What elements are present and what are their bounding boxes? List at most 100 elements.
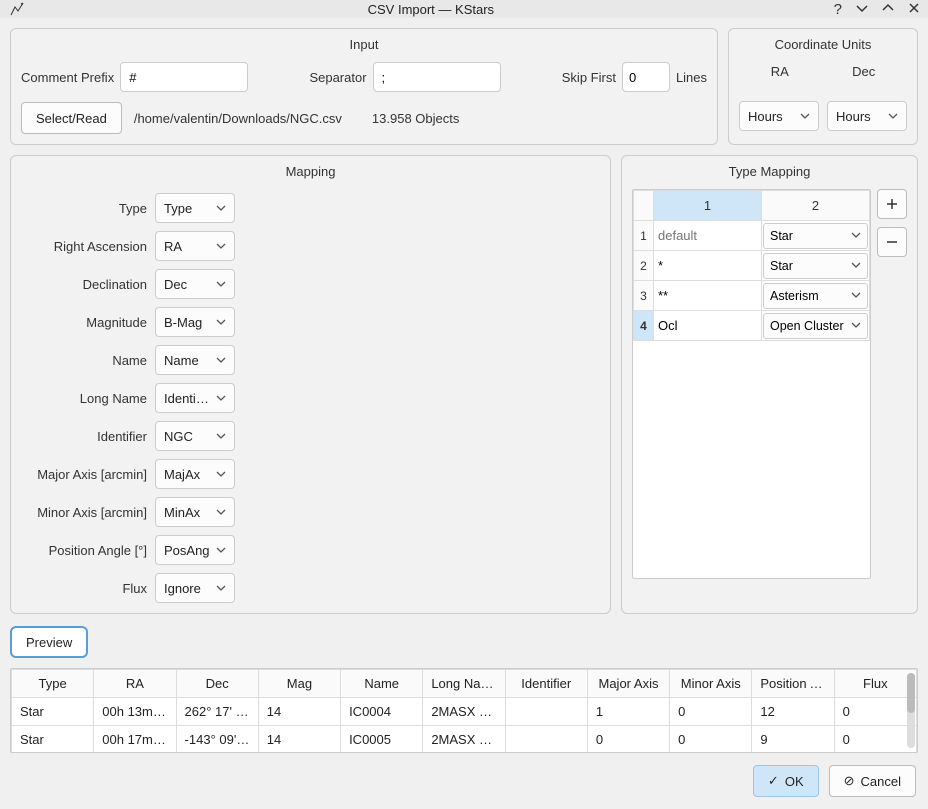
mapping-select[interactable]: MinAx xyxy=(155,497,235,527)
separator-label: Separator xyxy=(309,70,366,85)
chevron-down-icon xyxy=(216,507,226,518)
mapping-label: Flux xyxy=(21,581,147,596)
chevron-down-icon xyxy=(216,545,226,556)
typemap-type-select[interactable]: Asterism xyxy=(763,283,868,309)
preview-column-header[interactable]: Long Name xyxy=(423,670,505,698)
mapping-select[interactable]: Ignore xyxy=(155,573,235,603)
typemap-row-number[interactable]: 2 xyxy=(634,251,654,281)
mapping-label: Right Ascension xyxy=(21,239,147,254)
mapping-select[interactable]: Name xyxy=(155,345,235,375)
chevron-down-icon xyxy=(216,583,226,594)
table-row[interactable]: Star00h 13m …262° 17' …14IC00042MASX …10… xyxy=(12,698,917,726)
typemap-row-number[interactable]: 3 xyxy=(634,281,654,311)
mapping-select[interactable]: NGC xyxy=(155,421,235,451)
skip-first-label: Skip First xyxy=(562,70,616,85)
chevron-down-icon xyxy=(216,279,226,290)
check-icon xyxy=(768,773,779,789)
cancel-icon xyxy=(844,773,855,789)
preview-column-header[interactable]: Dec xyxy=(176,670,258,698)
minus-icon xyxy=(886,236,898,248)
mapping-label: Position Angle [°] xyxy=(21,543,147,558)
minimize-icon[interactable] xyxy=(856,1,868,18)
comment-prefix-input[interactable] xyxy=(120,62,248,92)
chevron-down-icon xyxy=(851,290,861,301)
cancel-button[interactable]: Cancel xyxy=(829,765,916,797)
chevron-down-icon xyxy=(216,203,226,214)
typemap-key-input[interactable] xyxy=(654,251,761,280)
type-mapping-group: Type Mapping 1 2 1Star2Star3Asterism4Ope… xyxy=(621,155,918,614)
typemap-key-input[interactable] xyxy=(654,281,761,310)
window-title: CSV Import — KStars xyxy=(28,2,834,17)
coordinate-units-group: Coordinate Units RA Dec Hours Hours xyxy=(728,28,918,145)
mapping-select[interactable]: Type xyxy=(155,193,235,223)
objects-count-text: 13.958 Objects xyxy=(372,111,459,126)
maximize-icon[interactable] xyxy=(882,1,894,18)
add-row-button[interactable] xyxy=(877,189,907,219)
typemap-type-select[interactable]: Open Cluster xyxy=(763,313,868,339)
titlebar: CSV Import — KStars ? xyxy=(0,0,928,18)
preview-table[interactable]: TypeRADecMagNameLong NameIdentifierMajor… xyxy=(10,668,918,753)
dec-label: Dec xyxy=(852,64,875,79)
chevron-down-icon xyxy=(216,355,226,366)
preview-column-header[interactable]: Position Ang xyxy=(752,670,834,698)
preview-column-header[interactable]: Minor Axis xyxy=(670,670,752,698)
table-row[interactable]: Star00h 17m …-143° 09' …14IC00052MASX …0… xyxy=(12,726,917,754)
mapping-select[interactable]: Dec xyxy=(155,269,235,299)
mapping-select[interactable]: RA xyxy=(155,231,235,261)
preview-column-header[interactable]: Major Axis xyxy=(587,670,669,698)
preview-column-header[interactable]: Identifier xyxy=(505,670,587,698)
preview-column-header[interactable]: Type xyxy=(12,670,94,698)
preview-button[interactable]: Preview xyxy=(10,626,88,658)
typemap-row-number[interactable]: 1 xyxy=(634,221,654,251)
typemap-type-select[interactable]: Star xyxy=(763,253,868,279)
ok-button[interactable]: OK xyxy=(753,765,819,797)
mapping-label: Magnitude xyxy=(21,315,147,330)
type-mapping-table[interactable]: 1 2 1Star2Star3Asterism4Open Cluster xyxy=(632,189,871,579)
remove-row-button[interactable] xyxy=(877,227,907,257)
app-icon xyxy=(8,0,28,18)
comment-prefix-label: Comment Prefix xyxy=(21,70,114,85)
mapping-label: Type xyxy=(21,201,147,216)
preview-column-header[interactable]: Flux xyxy=(834,670,916,698)
mapping-label: Declination xyxy=(21,277,147,292)
mapping-label: Identifier xyxy=(21,429,147,444)
typemap-type-select[interactable]: Star xyxy=(763,223,868,249)
preview-column-header[interactable]: Mag xyxy=(258,670,340,698)
skip-first-spinbox[interactable]: ▲ ▼ xyxy=(622,62,670,92)
window-controls: ? xyxy=(834,1,920,18)
coord-title: Coordinate Units xyxy=(739,37,907,58)
chevron-down-icon xyxy=(216,241,226,252)
typemap-row-number[interactable]: 4 xyxy=(634,311,654,341)
typemap-key-input[interactable] xyxy=(654,221,761,250)
scrollbar[interactable] xyxy=(907,673,915,748)
dec-unit-select[interactable]: Hours xyxy=(827,101,907,131)
typemap-key-input[interactable] xyxy=(654,311,761,340)
preview-column-header[interactable]: RA xyxy=(94,670,176,698)
preview-column-header[interactable]: Name xyxy=(341,670,423,698)
mapping-select[interactable]: Identifiers xyxy=(155,383,235,413)
chevron-down-icon xyxy=(216,317,226,328)
separator-input[interactable] xyxy=(373,62,501,92)
chevron-down-icon xyxy=(216,469,226,480)
typemap-col-2[interactable]: 2 xyxy=(762,191,870,221)
typemap-col-1[interactable]: 1 xyxy=(654,191,762,221)
close-icon[interactable] xyxy=(908,1,920,18)
mapping-title: Mapping xyxy=(21,164,600,185)
mapping-label: Major Axis [arcmin] xyxy=(21,467,147,482)
mapping-select[interactable]: B-Mag xyxy=(155,307,235,337)
lines-label: Lines xyxy=(676,70,707,85)
chevron-down-icon xyxy=(851,230,861,241)
chevron-down-icon xyxy=(851,260,861,271)
chevron-down-icon xyxy=(851,320,861,331)
chevron-down-icon xyxy=(216,431,226,442)
ra-unit-select[interactable]: Hours xyxy=(739,101,819,131)
mapping-select[interactable]: MajAx xyxy=(155,459,235,489)
file-path-text: /home/valentin/Downloads/NGC.csv xyxy=(134,111,342,126)
chevron-down-icon xyxy=(888,111,898,122)
mapping-select[interactable]: PosAng xyxy=(155,535,235,565)
ra-label: RA xyxy=(771,64,789,79)
mapping-group: Mapping Type Type Right Ascension RA Declina… xyxy=(10,155,611,614)
select-read-button[interactable]: Select/Read xyxy=(21,102,122,134)
help-icon[interactable]: ? xyxy=(834,1,842,18)
input-title: Input xyxy=(21,37,707,58)
